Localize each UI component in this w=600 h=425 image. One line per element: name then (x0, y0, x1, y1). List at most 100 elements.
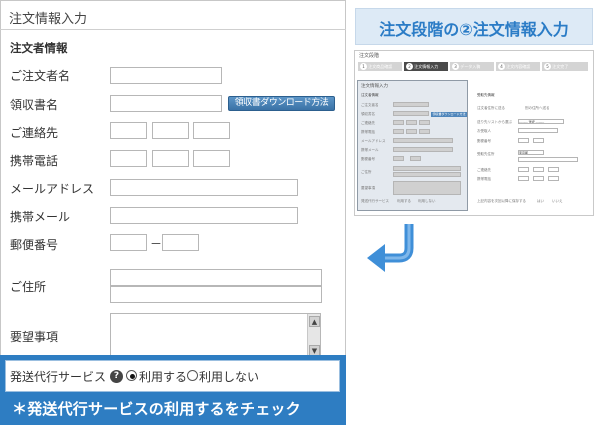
mini-right-section: 受取先情報 (477, 93, 495, 97)
form-title: 注文情報入力 (9, 12, 88, 27)
mini-select: -------- 選択 -------- (518, 119, 564, 124)
mini-row-label: 受取先住所 (477, 152, 495, 156)
email-input[interactable] (110, 179, 298, 196)
mini-row-label: 携帯電話 (477, 177, 491, 181)
mobile-mail-label: 携帯メール (10, 210, 71, 224)
mini-field (533, 176, 544, 181)
mini-field (419, 120, 430, 125)
mini-shipping-option: 利用しない (418, 199, 436, 203)
mini-field (518, 138, 529, 143)
postal-code-input-2[interactable] (162, 234, 199, 251)
mini-save-note: 上記内容を次回以降に保存する (477, 199, 526, 203)
scroll-up-button[interactable]: ▲ (309, 316, 320, 327)
mini-pref-select: 東京都 (518, 150, 544, 155)
mini-page-title: 注文段階 (359, 53, 380, 59)
contact-input-3[interactable] (193, 122, 230, 139)
mini-field (533, 167, 544, 172)
postal-code-input-1[interactable] (110, 234, 147, 251)
mini-field (410, 156, 421, 161)
receipt-download-button[interactable]: 領収書ダウンロード方法 (228, 96, 335, 111)
radio-not-use-service[interactable] (187, 370, 198, 381)
mini-row-label: ご連絡先 (361, 121, 375, 125)
mini-right-radio: 別の住所へ送る (525, 106, 550, 110)
mini-field (393, 181, 461, 195)
mini-save-option: いいえ (552, 199, 563, 203)
mini-field (393, 156, 404, 161)
mini-step-2: 2 注文情報入力 (404, 62, 448, 71)
title-divider (0, 29, 346, 30)
step-title: 注文段階の②注文情報入力 (379, 20, 569, 39)
mini-field (393, 102, 429, 107)
mobile-input-1[interactable] (110, 150, 147, 167)
mini-row-label: 携帯電話 (361, 130, 375, 134)
radio-use-service[interactable] (126, 370, 137, 381)
mini-row-label: ご住所 (361, 170, 372, 174)
radio-use-label: 利用する (139, 370, 188, 384)
mini-right-radio: 注文者住所に送る (477, 106, 505, 110)
mini-left-title: 注文情報入力 (361, 84, 388, 89)
mini-row-label: 要望事項 (361, 186, 375, 190)
mini-row-label: お受取人 (477, 129, 491, 133)
mini-field (518, 167, 529, 172)
contact-input-2[interactable] (152, 122, 189, 139)
mini-step-bar: 1 注文商品確認 2 注文情報入力 3 データ入稿 4 注文内容確認 5 注文完… (358, 62, 590, 73)
mini-field (393, 129, 404, 134)
email-label: メールアドレス (10, 182, 95, 196)
mini-field (518, 176, 529, 181)
mini-field (518, 128, 558, 133)
shipping-service-label: 発送代行サービス (10, 370, 107, 384)
mini-step-1: 1 注文商品確認 (358, 62, 402, 71)
address-input-1[interactable] (110, 269, 322, 286)
mini-step-5: 5 注文完了 (542, 62, 588, 71)
mini-row-label: メールアドレス (361, 139, 386, 143)
mini-save-option: はい (537, 199, 544, 203)
mini-left-section: 注文者情報 (361, 93, 379, 97)
address-label: ご住所 (10, 280, 47, 294)
radio-selected-dot (130, 374, 135, 379)
mini-row-label: 郵便番号 (361, 157, 375, 161)
orderer-name-label: ご注文者名 (10, 69, 71, 83)
mini-field (393, 138, 453, 143)
mini-shipping-label: 発送代行サービス (361, 199, 389, 203)
radio-not-use-label: 利用しない (199, 370, 260, 384)
mini-field (393, 172, 461, 177)
mobile-input-2[interactable] (152, 150, 189, 167)
mini-field (393, 147, 453, 152)
mini-row-label: 携帯メール (361, 148, 379, 152)
contact-label: ご連絡先 (10, 126, 59, 140)
mini-row-label: 領収書名 (361, 112, 375, 116)
mobile-mail-input[interactable] (110, 207, 298, 224)
address-input-2[interactable] (110, 286, 322, 303)
mini-step-4: 4 注文内容確認 (496, 62, 540, 71)
mini-field (393, 166, 461, 171)
orderer-name-input[interactable] (110, 67, 222, 84)
postal-code-label: 郵便番号 (10, 238, 59, 252)
contact-input-1[interactable] (110, 122, 147, 139)
mini-field (393, 111, 429, 116)
request-label: 要望事項 (10, 330, 59, 344)
mini-row-label: ご連絡先 (477, 168, 491, 172)
mini-field (419, 129, 430, 134)
textarea-scrollbar[interactable]: ▲ ▼ (307, 314, 320, 358)
mini-row-label: 郵便番号 (477, 139, 491, 143)
mini-step-3: 3 データ入稿 (450, 62, 494, 71)
mini-field (533, 138, 544, 143)
mini-field (548, 167, 559, 172)
annotation-caption: ＊発送代行サービスの利用するをチェック (12, 400, 301, 418)
mini-row-label: ご注文者名 (361, 103, 379, 107)
mobile-input-3[interactable] (193, 150, 230, 167)
mini-field (406, 120, 417, 125)
postal-dash: － (150, 237, 163, 251)
mini-field (393, 120, 404, 125)
mini-row-label: 送り先リストから選ぶ (477, 120, 512, 124)
request-textarea[interactable] (110, 313, 321, 359)
help-icon[interactable]: ? (110, 370, 123, 383)
mini-shipping-option: 利用する (397, 199, 411, 203)
mobile-label: 携帯電話 (10, 154, 59, 168)
receipt-name-input[interactable] (110, 95, 222, 112)
mini-field (548, 176, 559, 181)
mini-receipt-button: 領収書ダウンロード方法 (431, 112, 467, 117)
section-heading-orderer: 注文者情報 (10, 41, 68, 55)
return-arrow-icon (367, 224, 414, 272)
mini-field (406, 129, 417, 134)
